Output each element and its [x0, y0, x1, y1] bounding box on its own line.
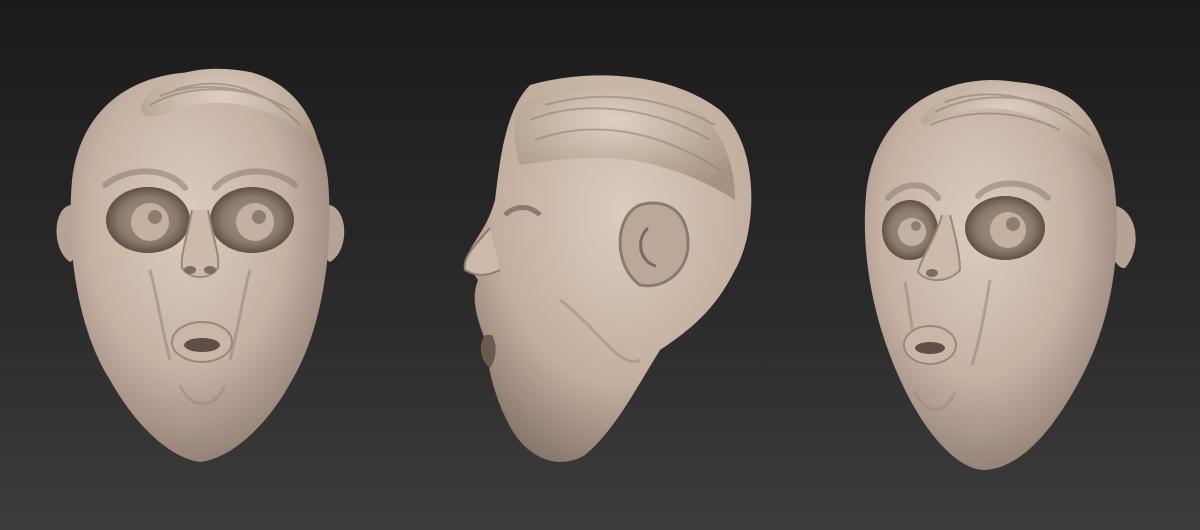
left-nostril — [184, 266, 196, 274]
tq-mouth-opening — [915, 342, 945, 354]
front-mouth-opening — [184, 338, 220, 352]
tq-nostril — [926, 269, 938, 277]
side-ear — [618, 201, 690, 288]
sculpt-turnaround-svg — [0, 0, 1200, 530]
right-nostril — [204, 266, 216, 274]
tq-left-pupil — [911, 221, 921, 231]
tq-right-eyeball — [990, 212, 1026, 248]
left-pupil — [148, 210, 162, 224]
right-pupil — [252, 210, 266, 224]
left-eyeball — [131, 203, 169, 241]
tq-left-eyeball — [898, 218, 926, 246]
sculpt-turnaround-canvas — [0, 0, 1200, 530]
tq-right-pupil — [1006, 217, 1020, 231]
